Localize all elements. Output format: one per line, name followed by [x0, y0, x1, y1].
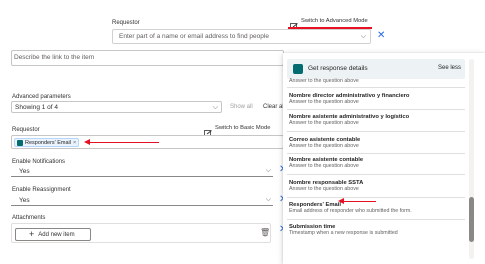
item-description: Answer to the question above: [289, 163, 359, 169]
add-new-item-button[interactable]: + Add new item: [15, 228, 91, 241]
enable-reassignment-label: Enable Reassignment: [12, 187, 71, 193]
annotation-arrow-line: [89, 141, 159, 143]
requestor-label-top: Requestor: [112, 20, 140, 26]
divider: [287, 153, 465, 154]
requestor-placeholder: Enter part of a name or email address to…: [119, 33, 269, 40]
see-less-button[interactable]: See less: [438, 65, 461, 71]
list-item[interactable]: Nombre asistente administrativo y logíst…: [289, 114, 409, 126]
dynamic-content-token[interactable]: Responders' Email ×: [14, 138, 80, 147]
enable-reassignment-select[interactable]: Yes ⌵: [11, 195, 273, 206]
delete-icon[interactable]: 🗑: [260, 228, 270, 237]
chevron-down-icon: ⌵: [265, 167, 271, 174]
enable-notifications-value: Yes: [19, 168, 30, 175]
token-label: Responders' Email: [25, 139, 71, 146]
item-description: Answer to the question above: [289, 99, 359, 105]
token-remove-icon[interactable]: ×: [73, 140, 76, 146]
requestor-label: Requestor: [12, 127, 40, 133]
advanced-parameters-label: Advanced parameters: [12, 94, 71, 100]
divider: [287, 174, 465, 175]
close-icon[interactable]: ✕: [377, 31, 385, 41]
annotation-arrow-line: [343, 200, 376, 202]
section-header[interactable]: Get response details See less: [287, 59, 465, 79]
forms-icon: [17, 139, 23, 146]
list-item[interactable]: Nombre responsable SSTA Answer to the qu…: [289, 180, 363, 192]
enable-notifications-select[interactable]: Yes ⌵: [11, 166, 273, 177]
enable-reassignment-value: Yes: [19, 197, 30, 204]
enable-notifications-label: Enable Notifications: [12, 159, 66, 165]
list-item[interactable]: Submission time Timestamp when a new res…: [289, 224, 398, 236]
list-item[interactable]: Nombre asistente contable Answer to the …: [289, 157, 363, 169]
divider: [287, 197, 465, 198]
list-item[interactable]: Nombre director administrativo y financi…: [289, 93, 409, 105]
list-item[interactable]: Answer to the question above: [289, 78, 359, 84]
scrollbar-thumb[interactable]: [469, 197, 474, 242]
edit-mode-icon: [290, 17, 298, 29]
chevron-down-icon: ⌵: [265, 196, 271, 203]
switch-basic-mode-label: Switch to Basic Mode: [215, 124, 271, 131]
item-description: Answer to the question above: [289, 78, 359, 84]
dynamic-content-panel: Get response details See less Answer to …: [283, 53, 485, 264]
attachments-label: Attachments: [12, 215, 46, 221]
switch-advanced-mode-button[interactable]: Switch to Advanced Mode: [290, 17, 368, 29]
section-header-title: Get response details: [308, 65, 368, 72]
advanced-parameters-select[interactable]: Showing 1 of 4 ⌵: [11, 101, 222, 113]
item-description: Answer to the question above: [289, 143, 359, 149]
requestor-input-top[interactable]: Enter part of a name or email address to…: [112, 29, 371, 44]
switch-advanced-mode-label: Switch to Advanced Mode: [301, 17, 368, 24]
forms-icon: [293, 64, 303, 74]
divider: [287, 109, 465, 110]
list-item[interactable]: Correo asistente contable Answer to the …: [289, 137, 360, 149]
add-new-item-label: Add new item: [38, 231, 75, 238]
switch-basic-mode-button[interactable]: Switch to Basic Mode: [204, 124, 271, 136]
item-description: Timestamp when a new response is submitt…: [289, 230, 398, 236]
edit-mode-icon: [204, 124, 212, 136]
chevron-down-icon: ⌵: [212, 104, 218, 111]
divider: [287, 131, 465, 132]
divider: [287, 87, 465, 88]
list-item-responders-email[interactable]: Responders' Email Email address of respo…: [289, 202, 412, 214]
item-description: Answer to the question above: [289, 120, 359, 126]
plus-icon: +: [29, 229, 35, 239]
chevron-down-icon[interactable]: ⌵: [361, 33, 366, 40]
describe-link-placeholder: Describe the link to the item: [14, 54, 95, 61]
attachments-container: + Add new item: [11, 223, 271, 243]
show-all-button[interactable]: Show all: [230, 104, 253, 110]
describe-link-input[interactable]: Describe the link to the item: [11, 50, 284, 66]
advanced-parameters-value: Showing 1 of 4: [15, 104, 59, 111]
clear-all-button[interactable]: Clear all: [263, 104, 285, 110]
item-description: Email address of responder who submitted…: [289, 208, 412, 214]
item-description: Answer to the question above: [289, 186, 359, 192]
divider: [287, 219, 465, 220]
